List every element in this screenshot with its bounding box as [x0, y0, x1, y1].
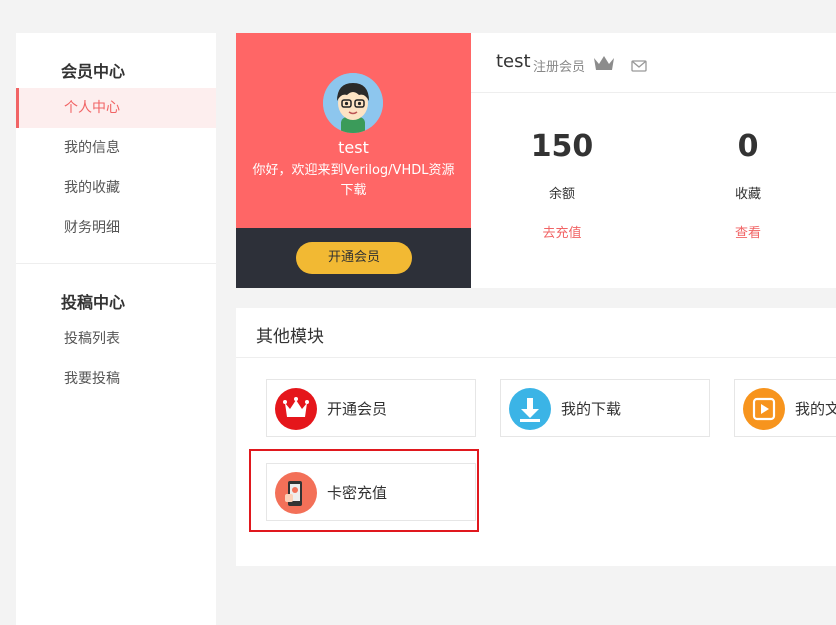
crown-icon [275, 388, 317, 430]
username: test [496, 51, 531, 72]
download-icon [509, 388, 551, 430]
profile-card: test 你好，欢迎来到Verilog/VHDL资源下载 开通会员 [236, 33, 471, 288]
module-label: 我的下载 [561, 400, 622, 418]
sidebar-item-submit[interactable]: 我要投稿 [16, 359, 216, 399]
modules-title: 其他模块 [256, 327, 324, 347]
module-label: 卡密充值 [327, 484, 388, 502]
module-open-vip[interactable]: 开通会员 [266, 379, 476, 437]
mail-icon[interactable] [631, 57, 647, 76]
view-favorites-link[interactable]: 查看 [688, 222, 808, 241]
favorites-label: 收藏 [734, 187, 761, 202]
modules-divider [236, 357, 836, 358]
recharge-link[interactable]: 去充值 [502, 222, 622, 241]
module-card-recharge[interactable]: 卡密充值 [266, 463, 476, 521]
sidebar-item-personal-center[interactable]: 个人中心 [16, 88, 216, 128]
stats-header: test 注册会员 [471, 33, 836, 93]
open-vip-button[interactable]: 开通会员 [296, 242, 412, 274]
profile-name: test [338, 138, 369, 157]
other-modules-panel: 其他模块 开通会员 我的下载 我的文 卡密充值 [236, 308, 836, 566]
module-my-downloads[interactable]: 我的下载 [500, 379, 710, 437]
submission-center-title: 投稿中心 [61, 293, 126, 312]
favorites-value: 0 [737, 129, 759, 164]
card-recharge-icon [275, 472, 317, 514]
profile-welcome-text: 你好，欢迎来到Verilog/VHDL资源下载 [252, 163, 455, 198]
member-center-title: 会员中心 [61, 62, 126, 81]
avatar-cartoon-icon [323, 73, 383, 133]
module-label: 我的文 [795, 400, 836, 418]
user-level-badge: 注册会员 [533, 60, 586, 75]
sidebar-item-finance-details[interactable]: 财务明细 [16, 208, 216, 248]
stats-panel: test 注册会员 150 余额 去充值 0 收藏 查看 [471, 33, 836, 288]
sidebar-item-submission-list[interactable]: 投稿列表 [16, 319, 216, 359]
avatar[interactable] [323, 73, 383, 133]
balance-label: 余额 [548, 187, 575, 202]
crown-icon [593, 55, 615, 75]
balance-value: 150 [530, 129, 594, 164]
sidebar: 会员中心 个人中心 我的信息 我的收藏 财务明细 投稿中心 投稿列表 我要投稿 [16, 33, 216, 625]
sidebar-item-my-info[interactable]: 我的信息 [16, 128, 216, 168]
sidebar-item-my-favorites[interactable]: 我的收藏 [16, 168, 216, 208]
play-icon [743, 388, 785, 430]
module-label: 开通会员 [327, 400, 388, 418]
module-my-articles[interactable]: 我的文 [734, 379, 836, 437]
sidebar-divider [16, 263, 216, 264]
profile-card-footer: 开通会员 [236, 228, 471, 288]
